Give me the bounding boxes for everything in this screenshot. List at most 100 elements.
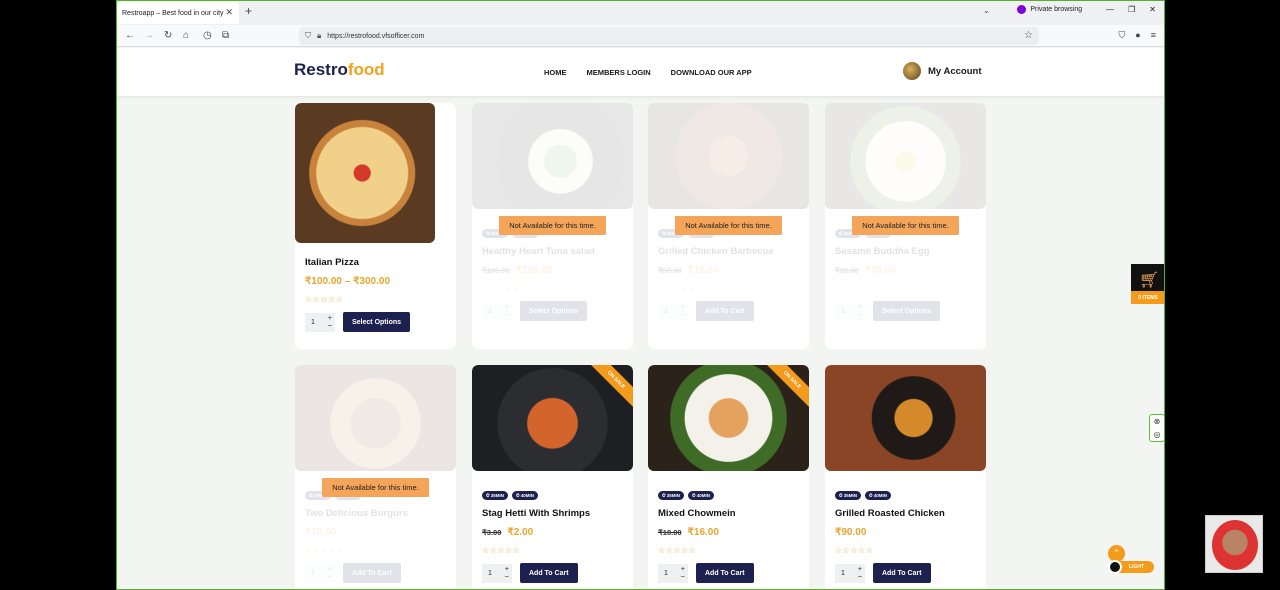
product-price: ₹100.00 ₹250.00 <box>482 265 623 276</box>
bookmark-star-icon[interactable]: ☆ <box>1024 30 1033 41</box>
decrement-button[interactable]: – <box>505 573 509 580</box>
decrement-button[interactable]: – <box>681 311 685 318</box>
private-browsing-indicator: Private browsing <box>1017 5 1082 14</box>
back-icon[interactable]: ← <box>125 30 135 41</box>
shield-icon[interactable]: ⛉ <box>305 31 311 41</box>
forward-icon[interactable]: → <box>144 30 154 41</box>
product-body: ⏱ 35MIN⏱ 40MINGrilled Chicken Barbecue₹5… <box>658 229 799 321</box>
minimize-button[interactable]: — <box>1106 5 1114 14</box>
quantity-stepper[interactable]: 1 + – <box>482 301 512 321</box>
product-name[interactable]: Sesame Buddha Egg <box>835 246 976 257</box>
tab-close-icon[interactable]: ✕ <box>225 7 233 18</box>
product-actions: 1 + – Add To Cart <box>835 563 976 583</box>
browser-window: Restroapp – Best food in our city ✕ + ⌄ … <box>116 0 1165 590</box>
time-badge: ⏱ 40MIN <box>512 491 539 500</box>
product-card[interactable]: Italian Pizza ₹100.00 – ₹300.00 ☆☆☆☆☆ 1 + – … <box>295 103 456 349</box>
menu-home[interactable]: HOME <box>544 68 567 77</box>
product-card[interactable]: ⏱ 35MIN⏱ 40MINTwo Delicious Burgurs₹70.0… <box>295 365 456 589</box>
increment-button[interactable]: + <box>858 566 862 573</box>
product-name[interactable]: Italian Pizza <box>305 257 446 268</box>
product-body: Italian Pizza ₹100.00 – ₹300.00 ☆☆☆☆☆ 1 + – … <box>305 257 446 332</box>
home-icon[interactable]: ⌂ <box>183 30 189 41</box>
product-price: ₹70.00 <box>305 527 446 538</box>
product-body: ⏱ 35MIN⏱ 40MINSesame Buddha Egg₹55.00₹40… <box>835 229 976 321</box>
add-to-cart-button[interactable]: Add To Cart <box>696 563 754 583</box>
product-image[interactable] <box>825 103 986 209</box>
quantity-stepper[interactable]: 1 + – <box>482 563 512 583</box>
product-body: ⏱ 35MIN ⏱ 40MIN Stag Hetti With Shrimps ₹3.… <box>482 491 623 583</box>
increment-button[interactable]: + <box>681 304 685 311</box>
product-card[interactable]: ⏱ 35MIN⏱ 40MINHealthy Heart Tuna salad₹1… <box>472 103 633 349</box>
product-card[interactable]: ON SALE ⏱ 35MIN ⏱ 40MIN Stag Hetti With Shr… <box>472 365 633 589</box>
url-bar[interactable]: ⛉ 🔒︎ https://restrofood.vfsofficer.com ☆ <box>299 27 1039 45</box>
quantity-stepper[interactable]: 1 + – <box>658 301 688 321</box>
restore-button[interactable]: ❐ <box>1128 5 1135 14</box>
product-image[interactable] <box>648 103 809 209</box>
product-card[interactable]: ⏱ 35MIN⏱ 40MINSesame Buddha Egg₹55.00₹40… <box>825 103 986 349</box>
lock-icon[interactable]: 🔒︎ <box>317 31 321 41</box>
not-available-notice: Not Available for this time. <box>499 216 606 235</box>
decrement-button[interactable]: – <box>858 311 862 318</box>
url-text[interactable]: https://restrofood.vfsofficer.com <box>327 33 424 40</box>
theme-toggle[interactable]: LIGHT <box>1108 560 1154 574</box>
quantity-stepper[interactable]: 1 + – <box>305 563 335 583</box>
tab-list-chevron-icon[interactable]: ⌄ <box>983 6 990 15</box>
site-logo[interactable]: Restrofood <box>294 60 385 80</box>
increment-button[interactable]: + <box>328 315 332 322</box>
product-name[interactable]: Stag Hetti With Shrimps <box>482 508 623 519</box>
quantity-stepper[interactable]: 1 + – <box>835 563 865 583</box>
decrement-button[interactable]: – <box>328 322 332 329</box>
increment-button[interactable]: + <box>681 566 685 573</box>
decrement-button[interactable]: – <box>505 311 509 318</box>
increment-button[interactable]: + <box>505 304 509 311</box>
product-name[interactable]: Healthy Heart Tuna salad <box>482 246 623 257</box>
add-to-cart-button[interactable]: Select Options <box>343 312 411 332</box>
menu-download-app[interactable]: DOWNLOAD OUR APP <box>671 68 752 77</box>
target-icon[interactable]: ◎ <box>1154 430 1161 439</box>
quantity-stepper[interactable]: 1 + – <box>835 301 865 321</box>
decrement-button[interactable]: – <box>681 573 685 580</box>
add-to-cart-button[interactable]: Add To Cart <box>873 563 931 583</box>
add-to-cart-button[interactable]: Select Options <box>520 301 588 321</box>
product-image[interactable] <box>472 103 633 209</box>
add-to-cart-button[interactable]: Add To Cart <box>343 563 401 583</box>
increment-button[interactable]: + <box>858 304 862 311</box>
floating-cart[interactable]: 🛒︎ 0 ITEMS <box>1131 264 1164 304</box>
product-name[interactable]: Grilled Chicken Barbecue <box>658 246 799 257</box>
my-account-link[interactable]: My Account <box>903 62 981 80</box>
menu-icon[interactable]: ≡ <box>1151 30 1156 41</box>
product-name[interactable]: Mixed Chowmein <box>658 508 799 519</box>
product-image[interactable] <box>825 365 986 471</box>
window-controls: Private browsing — ❐ ✕ <box>1017 5 1156 14</box>
quantity-stepper[interactable]: 1 + – <box>658 563 688 583</box>
product-image[interactable] <box>295 365 456 471</box>
old-price: ₹18.00 <box>658 528 682 537</box>
close-window-button[interactable]: ✕ <box>1149 5 1156 14</box>
increment-button[interactable]: + <box>505 566 509 573</box>
increment-button[interactable]: + <box>328 566 332 573</box>
add-to-cart-button[interactable]: Select Options <box>873 301 941 321</box>
screenshot-icon[interactable]: ⧉ <box>222 30 229 41</box>
decrement-button[interactable]: – <box>858 573 862 580</box>
product-card[interactable]: ⏱ 35MIN ⏱ 40MIN Grilled Roasted Chicken ₹90… <box>825 365 986 589</box>
close-circle-icon[interactable]: ⊗ <box>1154 417 1161 426</box>
quantity-stepper[interactable]: 1 + – <box>305 312 335 332</box>
account-icon[interactable]: ● <box>1135 30 1140 41</box>
menu-members-login[interactable]: MEMBERS LOGIN <box>587 68 651 77</box>
add-to-cart-button[interactable]: Add To Cart <box>520 563 578 583</box>
time-badge: ⏱ 40MIN <box>688 491 715 500</box>
history-icon[interactable]: ◷ <box>203 30 212 41</box>
product-image[interactable] <box>295 103 435 243</box>
decrement-button[interactable]: – <box>328 573 332 580</box>
browser-tab[interactable]: Restroapp – Best food in our city ✕ <box>117 2 239 24</box>
product-card[interactable]: ON SALE ⏱ 35MIN ⏱ 40MIN Mixed Chowmein ₹18.0… <box>648 365 809 589</box>
quantity-value: 1 <box>664 569 668 577</box>
add-to-cart-button[interactable]: Add To Cart <box>696 301 754 321</box>
new-tab-button[interactable]: + <box>245 4 252 18</box>
pocket-icon[interactable]: ⛉ <box>1119 30 1126 41</box>
product-name[interactable]: Grilled Roasted Chicken <box>835 508 976 519</box>
reload-icon[interactable]: ↻ <box>164 30 172 41</box>
product-card[interactable]: ⏱ 35MIN⏱ 40MINGrilled Chicken Barbecue₹5… <box>648 103 809 349</box>
quantity-value: 1 <box>311 318 315 326</box>
product-name[interactable]: Two Delicious Burgurs <box>305 508 446 519</box>
